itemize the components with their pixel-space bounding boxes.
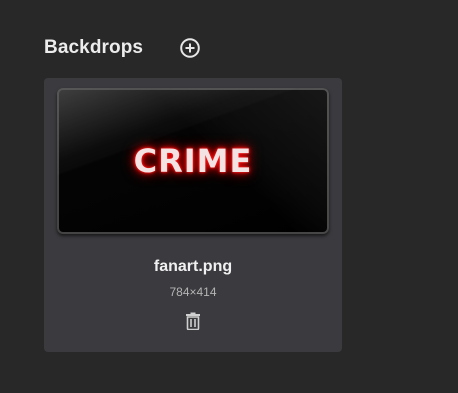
delete-backdrop-button[interactable] [184, 311, 202, 331]
add-backdrop-button[interactable] [179, 37, 201, 59]
backdrop-card: CRIME fanart.png 784×414 [44, 78, 342, 352]
section-header: Backdrops [44, 34, 201, 62]
file-dimensions: 784×414 [169, 285, 217, 299]
trash-icon [186, 312, 200, 330]
backdrops-page: Backdrops CRIME fanart.png 784×414 [0, 0, 458, 393]
section-title: Backdrops [44, 37, 144, 58]
file-name: fanart.png [153, 258, 233, 275]
backdrop-thumbnail[interactable]: CRIME [57, 88, 329, 234]
thumbnail-logo-text: CRIME [133, 142, 253, 180]
plus-circle-icon [180, 38, 200, 58]
